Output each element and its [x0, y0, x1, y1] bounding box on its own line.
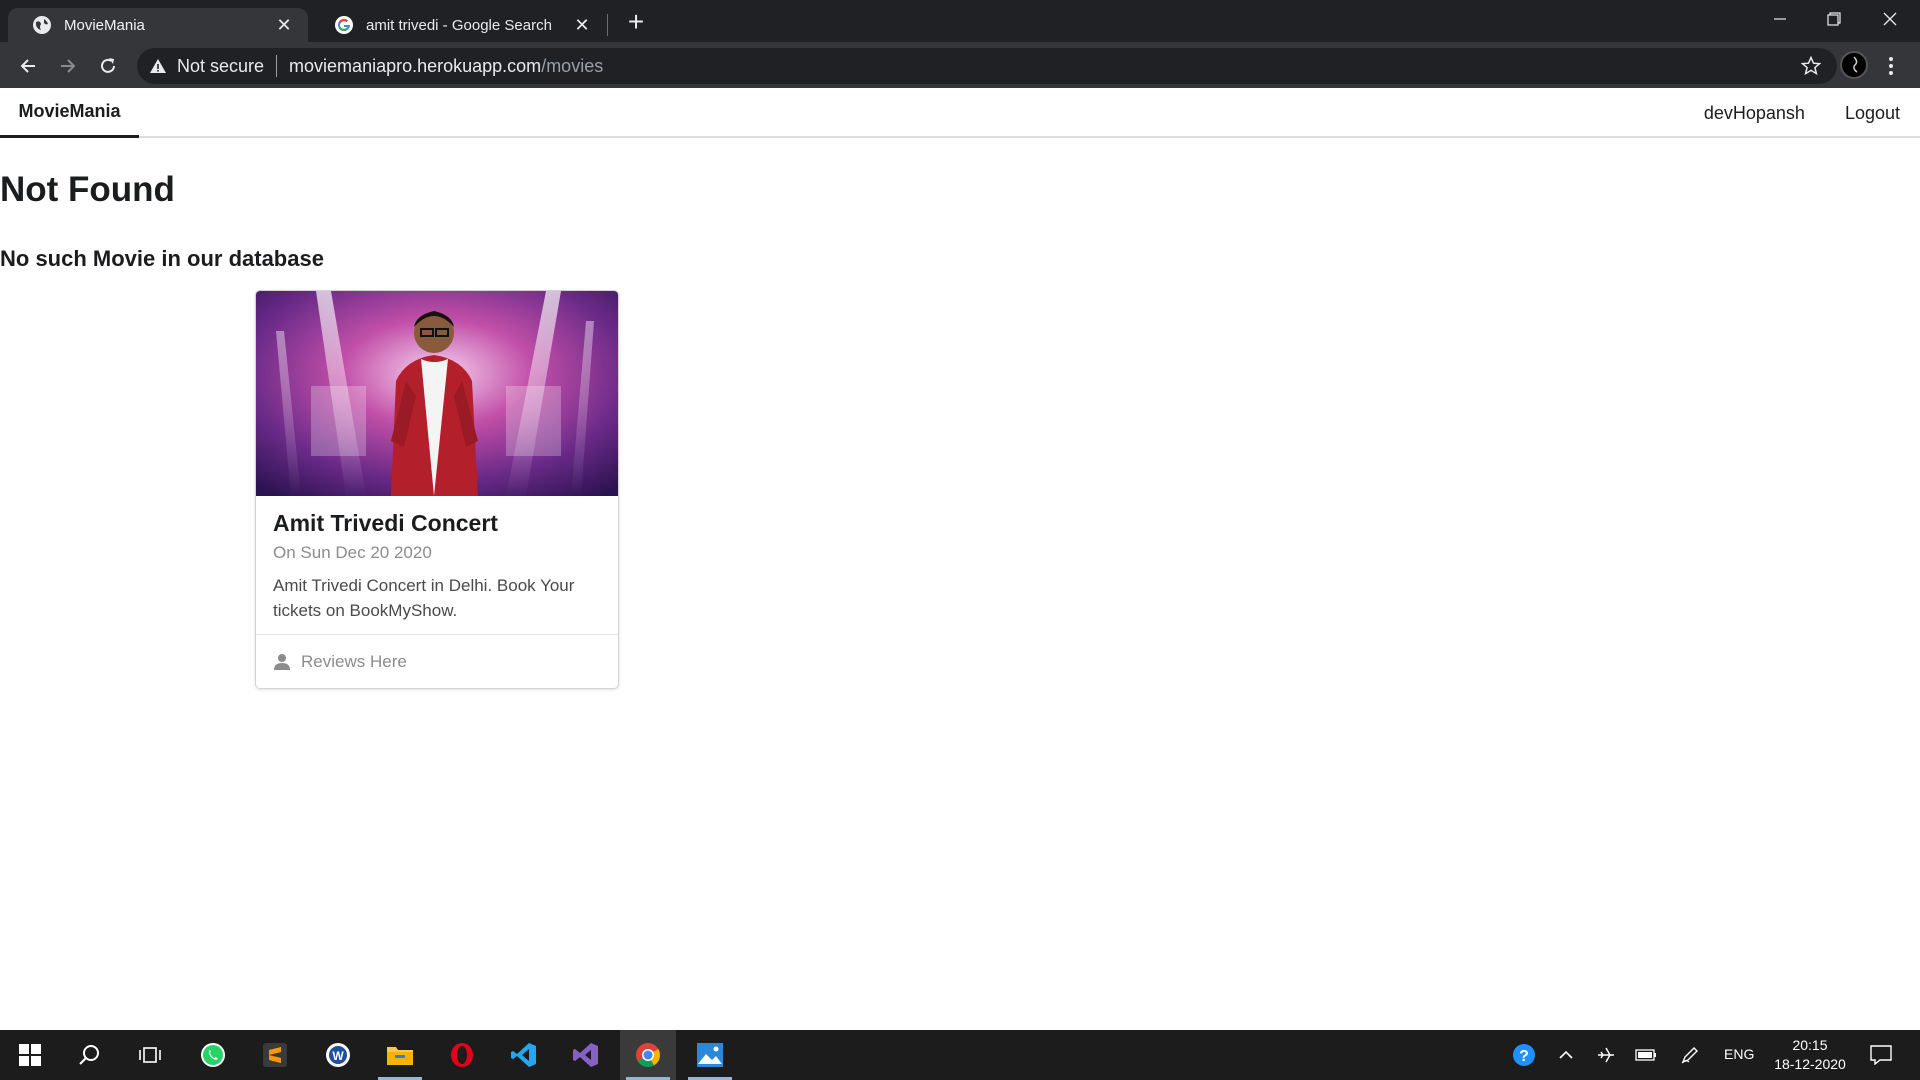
- browser-toolbar: Not secure moviemaniapro.herokuapp.com /…: [0, 42, 1920, 88]
- chrome-menu-icon[interactable]: [1880, 54, 1902, 78]
- close-window-icon[interactable]: [1862, 0, 1918, 38]
- google-icon: [335, 16, 353, 34]
- notifications-icon[interactable]: [1858, 1030, 1904, 1080]
- chrome-icon[interactable]: [620, 1030, 676, 1080]
- tab-title: amit trivedi - Google Search: [366, 16, 552, 34]
- clock-date: 18-12-2020: [1774, 1056, 1846, 1072]
- photos-icon[interactable]: [682, 1030, 738, 1080]
- visual-studio-icon[interactable]: [558, 1030, 614, 1080]
- tab-separator: [607, 14, 608, 36]
- sublime-text-icon[interactable]: [247, 1030, 303, 1080]
- username-link[interactable]: devHopansh: [1684, 103, 1825, 124]
- bookmark-star-icon[interactable]: [1801, 56, 1821, 76]
- event-card-extra[interactable]: Reviews Here: [256, 634, 618, 688]
- url-path[interactable]: /movies: [541, 56, 603, 77]
- close-tab-icon[interactable]: ✕: [274, 15, 294, 35]
- not-secure-label[interactable]: Not secure: [177, 56, 264, 77]
- address-bar[interactable]: Not secure moviemaniapro.herokuapp.com /…: [137, 48, 1837, 84]
- event-card[interactable]: Amit Trivedi Concert On Sun Dec 20 2020 …: [255, 290, 619, 689]
- svg-text:?: ?: [1519, 1048, 1529, 1065]
- clock-time: 20:15: [1792, 1037, 1828, 1053]
- page-subtitle: No such Movie in our database: [0, 246, 324, 271]
- task-view-icon[interactable]: [122, 1030, 178, 1080]
- profile-avatar[interactable]: [1840, 51, 1868, 79]
- system-clock[interactable]: 20:15 18-12-2020: [1768, 1036, 1852, 1074]
- forward-icon[interactable]: [52, 50, 84, 82]
- tab-title: MovieMania: [64, 16, 145, 34]
- help-icon[interactable]: ?: [1500, 1030, 1548, 1080]
- url-host[interactable]: moviemaniapro.herokuapp.com: [289, 56, 541, 77]
- new-tab-icon[interactable]: +: [622, 8, 650, 37]
- close-tab-icon[interactable]: ✕: [572, 15, 592, 35]
- event-card-content: Amit Trivedi Concert On Sun Dec 20 2020 …: [256, 496, 618, 635]
- restore-icon[interactable]: [1806, 0, 1862, 38]
- file-explorer-icon[interactable]: [372, 1030, 428, 1080]
- event-title[interactable]: Amit Trivedi Concert: [273, 510, 601, 537]
- airplane-mode-icon[interactable]: [1586, 1030, 1626, 1080]
- windows-taskbar: W ? ENG 20:15 18-12-2020: [0, 1030, 1920, 1080]
- reload-icon[interactable]: [92, 50, 124, 82]
- chevron-up-icon[interactable]: [1546, 1030, 1586, 1080]
- vscode-icon[interactable]: [496, 1030, 552, 1080]
- language-indicator[interactable]: ENG: [1724, 1046, 1754, 1062]
- start-icon[interactable]: [2, 1030, 58, 1080]
- opera-icon[interactable]: [434, 1030, 490, 1080]
- svg-text:W: W: [332, 1049, 344, 1063]
- event-card-image[interactable]: [256, 291, 618, 496]
- site-navbar: MovieMania devHopansh Logout: [0, 88, 1920, 138]
- event-description: Amit Trivedi Concert in Delhi. Book Your…: [273, 576, 575, 620]
- word-app-icon[interactable]: W: [310, 1030, 366, 1080]
- omnibox-divider: [276, 55, 278, 77]
- reviews-link[interactable]: Reviews Here: [301, 652, 407, 672]
- event-date: On Sun Dec 20 2020: [273, 543, 432, 562]
- minimize-icon[interactable]: [1752, 0, 1808, 38]
- whatsapp-icon[interactable]: [185, 1030, 241, 1080]
- brand-link[interactable]: MovieMania: [0, 88, 139, 138]
- browser-tab-strip: MovieMania ✕ amit trivedi - Google Searc…: [0, 0, 1920, 42]
- globe-icon: [33, 16, 51, 34]
- user-icon: [274, 653, 290, 670]
- page-title: Not Found: [0, 170, 175, 209]
- battery-icon[interactable]: [1626, 1030, 1666, 1080]
- back-icon[interactable]: [12, 50, 44, 82]
- warning-icon[interactable]: [149, 57, 167, 75]
- tab-moviemania[interactable]: MovieMania ✕: [8, 8, 308, 42]
- navbar-right: devHopansh Logout: [1684, 88, 1920, 138]
- logout-link[interactable]: Logout: [1825, 103, 1920, 124]
- tab-google-search[interactable]: amit trivedi - Google Search ✕: [310, 8, 606, 42]
- pen-icon[interactable]: [1670, 1030, 1710, 1080]
- search-icon[interactable]: [62, 1030, 118, 1080]
